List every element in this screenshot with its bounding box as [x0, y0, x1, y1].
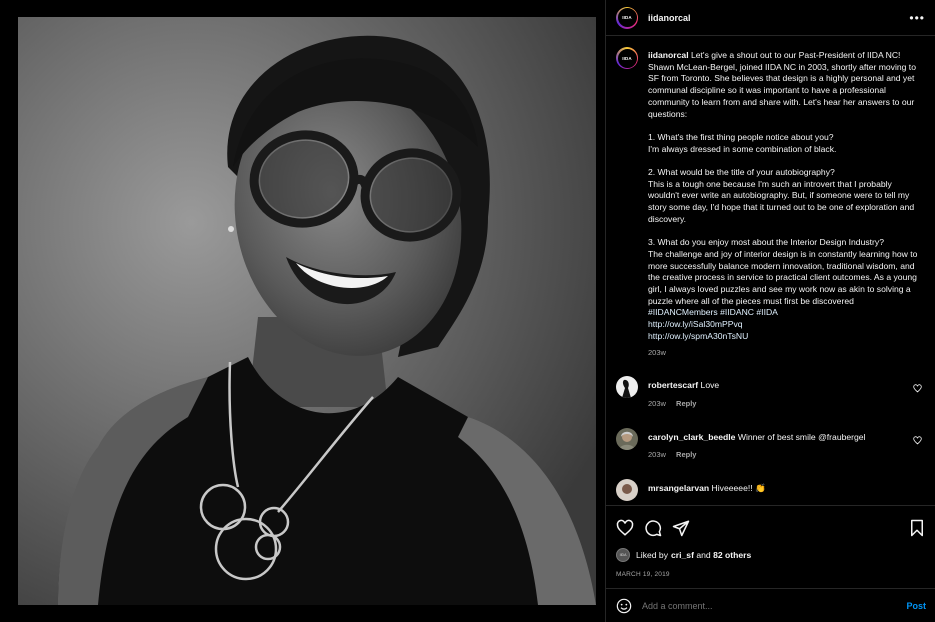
author-avatar[interactable]: IIDA: [616, 6, 638, 29]
bookmark-icon[interactable]: [908, 519, 926, 537]
post-actions: IIDA Liked by cri_sf and 82 others MARCH…: [606, 505, 935, 587]
comment-timestamp[interactable]: 203w: [648, 450, 666, 459]
caption-link-2[interactable]: http://ow.ly/spmA30nTsNU: [648, 331, 918, 343]
caption-username[interactable]: iidanorcal: [648, 50, 689, 60]
commenter-avatar[interactable]: [616, 427, 638, 450]
comment-meta: 203w Reply: [648, 398, 906, 410]
comments-scroll-area[interactable]: IIDA iidanorcal Let's give a shout out t…: [606, 37, 935, 505]
likes-prefix: Liked by: [636, 550, 669, 560]
post-side-panel: IIDA iidanorcal ••• IIDA iidanorcal Let'…: [605, 0, 935, 622]
author-username[interactable]: iidanorcal: [648, 13, 691, 23]
likes-summary: IIDA Liked by cri_sf and 82 others: [616, 548, 926, 562]
comment-like-icon[interactable]: [913, 436, 922, 445]
comment-text: Love: [700, 380, 720, 391]
caption-link-1[interactable]: http://ow.ly/iSal30mPPvq: [648, 319, 918, 331]
liker-avatar[interactable]: IIDA: [616, 548, 630, 562]
avatar-logo: IIDA: [622, 15, 632, 20]
comment-item: mrsangelarvan Hiveeeee!! 👏: [616, 479, 926, 502]
comment-like-icon[interactable]: [913, 384, 922, 393]
comment-text: Hiveeeee!! 👏: [711, 483, 766, 494]
comment-meta: 203w Reply: [648, 449, 906, 461]
commenter-avatar[interactable]: [616, 479, 638, 502]
post-caption: IIDA iidanorcal Let's give a shout out t…: [616, 47, 926, 358]
caption-text: Let's give a shout out to our Past-Presi…: [648, 50, 918, 306]
likes-mid: and: [693, 550, 714, 560]
caption-timestamp[interactable]: 203w: [648, 347, 918, 359]
post-date[interactable]: MARCH 19, 2019: [616, 571, 926, 578]
more-options-icon[interactable]: •••: [909, 11, 925, 25]
comment-item: robertescarf Love 203w Reply: [616, 376, 926, 409]
emoji-icon[interactable]: [616, 598, 632, 614]
heart-icon[interactable]: [616, 519, 634, 537]
comment-username[interactable]: carolyn_clark_beedle: [648, 432, 735, 442]
share-icon[interactable]: [672, 519, 690, 537]
caption-hashtags[interactable]: #IIDANCMembers #IIDANC #IIDA: [648, 307, 918, 319]
post-media: [0, 0, 605, 622]
reply-button[interactable]: Reply: [676, 399, 696, 408]
post-comment-button[interactable]: Post: [906, 601, 926, 611]
comment-username[interactable]: mrsangelarvan: [648, 483, 709, 493]
add-comment-input[interactable]: [642, 600, 907, 611]
commenter-avatar[interactable]: [616, 376, 638, 399]
comment-body: carolyn_clark_beedle Winner of best smil…: [648, 428, 926, 461]
comment-icon[interactable]: [644, 519, 662, 537]
avatar-logo: IIDA: [622, 55, 632, 61]
comment-timestamp[interactable]: 203w: [648, 399, 666, 408]
caption-avatar[interactable]: IIDA: [616, 47, 638, 69]
post-photo[interactable]: [18, 17, 596, 605]
action-icons-row: [616, 516, 926, 540]
post-header: IIDA iidanorcal •••: [606, 0, 935, 36]
comment-item: carolyn_clark_beedle Winner of best smil…: [616, 427, 926, 461]
add-comment-bar: Post: [606, 588, 935, 622]
comment-body: robertescarf Love 203w Reply: [648, 376, 926, 409]
caption-body: iidanorcal Let's give a shout out to our…: [648, 47, 926, 358]
reply-button[interactable]: Reply: [676, 450, 696, 459]
comment-text: Winner of best smile @fraubergel: [737, 431, 866, 442]
liker-username[interactable]: cri_sf: [671, 550, 694, 560]
comment-username[interactable]: robertescarf: [648, 380, 698, 390]
likes-count[interactable]: 82 others: [713, 550, 751, 560]
comment-body: mrsangelarvan Hiveeeee!! 👏: [648, 479, 926, 501]
